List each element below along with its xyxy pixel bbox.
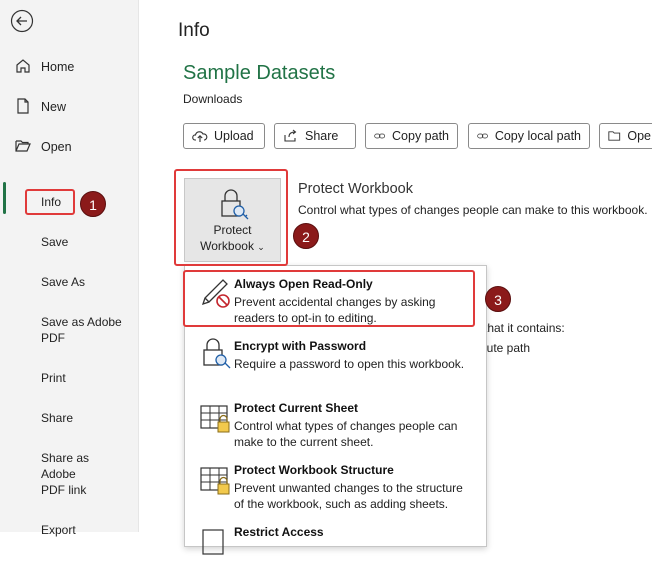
sidebar-item-save-as-adobe-pdf[interactable]: Save as Adobe PDF (41, 314, 123, 346)
link-icon (477, 130, 489, 142)
sidebar-item-share[interactable]: Share (41, 410, 131, 426)
menu-item-protect-workbook-structure[interactable]: Protect Workbook Structure Prevent unwan… (185, 454, 486, 514)
menu-item-title: Encrypt with Password (234, 339, 366, 353)
menu-item-title: Protect Workbook Structure (234, 463, 394, 477)
copy-local-path-label: Copy local path (495, 129, 581, 143)
cloud-upload-icon (192, 129, 208, 143)
copy-path-label: Copy path (392, 129, 449, 143)
folder-open-icon (14, 137, 32, 155)
step-badge-2: 2 (293, 223, 319, 249)
home-icon (14, 57, 32, 75)
open-location-label: Ope (627, 129, 651, 143)
new-document-icon (14, 97, 32, 115)
workbook-location: Downloads (183, 92, 242, 106)
sidebar-item-label: Export (41, 523, 76, 537)
menu-item-protect-current-sheet[interactable]: Protect Current Sheet Control what types… (185, 392, 486, 452)
backstage-sidebar: Home New Open Info Save Save As Save as … (0, 0, 139, 532)
menu-item-description: Control what types of changes people can… (234, 418, 474, 450)
highlight-info (25, 189, 75, 215)
highlight-protect-workbook (174, 169, 288, 266)
upload-label: Upload (214, 129, 254, 143)
menu-item-restrict-access[interactable]: Restrict Access (185, 516, 486, 576)
copy-path-button[interactable]: Copy path (365, 123, 458, 149)
active-indicator (3, 182, 6, 214)
share-label: Share (305, 129, 338, 143)
restrict-access-icon (199, 522, 233, 558)
menu-item-title: Restrict Access (234, 525, 324, 539)
step-badge-3: 3 (485, 286, 511, 312)
step-badge-1: 1 (80, 191, 106, 217)
sidebar-item-save-as[interactable]: Save As (41, 274, 131, 290)
sidebar-item-share-adobe-pdf-link[interactable]: Share as Adobe PDF link (41, 450, 103, 498)
share-icon (283, 129, 299, 143)
page-title: Info (178, 20, 210, 42)
inspect-text-fragment: lute path (484, 341, 530, 355)
sidebar-item-label: Print (41, 371, 66, 385)
inspect-text-fragment: that it contains: (484, 321, 565, 335)
protect-workbook-description: Control what types of changes people can… (298, 203, 648, 217)
sidebar-item-print[interactable]: Print (41, 370, 131, 386)
workbook-name: Sample Datasets (183, 62, 335, 85)
sidebar-item-label: Home (41, 59, 74, 75)
workbook-structure-lock-icon (199, 460, 233, 496)
sidebar-item-label: Save (41, 235, 68, 249)
folder-icon (608, 129, 621, 143)
menu-item-title: Protect Current Sheet (234, 401, 358, 415)
sidebar-item-save[interactable]: Save (41, 234, 131, 250)
sidebar-item-label: Save As (41, 275, 85, 289)
sidebar-item-label: Open (41, 139, 72, 155)
sidebar-item-label: Share (41, 411, 73, 425)
lock-key-icon (199, 336, 233, 372)
sidebar-item-label: New (41, 99, 66, 115)
open-file-location-button[interactable]: Ope (599, 123, 652, 149)
copy-local-path-button[interactable]: Copy local path (468, 123, 590, 149)
link-icon (374, 130, 386, 142)
sidebar-item-export[interactable]: Export (41, 522, 131, 538)
sidebar-item-label: Share as Adobe PDF link (41, 451, 89, 497)
share-button[interactable]: Share (274, 123, 356, 149)
protect-workbook-heading: Protect Workbook (298, 181, 413, 197)
menu-item-description: Require a password to open this workbook… (234, 356, 474, 372)
sheet-lock-icon (199, 398, 233, 434)
upload-button[interactable]: Upload (183, 123, 265, 149)
sidebar-item-label: Save as Adobe PDF (41, 315, 122, 345)
menu-item-encrypt-with-password[interactable]: Encrypt with Password Require a password… (185, 330, 486, 390)
menu-item-description: Prevent unwanted changes to the structur… (234, 480, 474, 512)
highlight-always-open-read-only (183, 270, 475, 327)
back-arrow-icon[interactable] (10, 9, 34, 33)
